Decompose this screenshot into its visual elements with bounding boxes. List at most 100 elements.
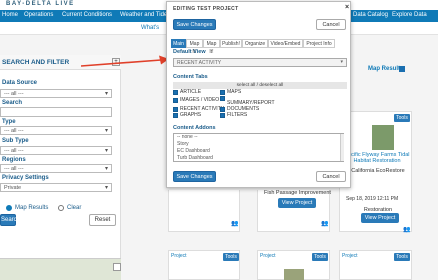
reset-button[interactable]: Reset xyxy=(89,214,116,226)
tab-video-embed[interactable]: Video/Embed xyxy=(268,39,303,48)
chevron-down-icon: ▾ xyxy=(104,166,108,172)
content-addons-listbox[interactable]: -- none -- Story EC Dashboard Turb Dashb… xyxy=(173,133,344,162)
radio-dot-icon xyxy=(6,205,12,211)
close-icon[interactable]: × xyxy=(345,4,349,11)
checkbox-checked-icon xyxy=(220,107,225,112)
nav-data-catalog[interactable]: Data Catalog xyxy=(353,12,388,18)
tools-button[interactable]: Tools xyxy=(394,253,410,261)
subtype-label: Sub Type xyxy=(2,138,29,144)
nav-operations[interactable]: Operations xyxy=(24,12,53,18)
default-view-select[interactable]: RECENT ACTIVITY ▾ xyxy=(173,58,347,67)
tab-map-it-2[interactable]: Map It! xyxy=(203,39,220,55)
data-source-select[interactable]: --- all --- ▾ xyxy=(0,89,112,98)
search-button[interactable]: Search xyxy=(0,214,20,226)
chevron-down-icon: ▾ xyxy=(104,128,108,134)
tools-button[interactable]: Tools xyxy=(312,253,328,261)
checkbox-filters[interactable]: FILTERS xyxy=(220,112,247,119)
tab-organize[interactable]: Organize xyxy=(242,39,268,48)
radio-dot-icon xyxy=(58,205,64,211)
checkbox-checked-icon xyxy=(173,98,178,103)
map-expand-icon[interactable] xyxy=(113,263,121,271)
content-tabs-label: Content Tabs xyxy=(173,74,208,80)
addon-option[interactable]: Story xyxy=(174,141,343,148)
project-thumbnail xyxy=(372,125,394,150)
nav-home[interactable]: Home xyxy=(2,12,18,18)
addon-option[interactable]: -- none -- xyxy=(174,134,343,141)
search-label: Search xyxy=(2,100,23,106)
search-input[interactable] xyxy=(0,107,112,117)
radio-clear[interactable]: Clear xyxy=(58,205,81,211)
view-project-button[interactable]: View Project xyxy=(361,213,399,223)
people-icon: 👥 xyxy=(321,221,329,227)
type-select[interactable]: --- all --- ▾ xyxy=(0,126,112,135)
cancel-button-top[interactable]: Cancel xyxy=(316,19,346,30)
project-title-link[interactable]: Pacific Flyway Farms Tidal Habitat Resto… xyxy=(342,152,412,164)
tab-map-it-1[interactable]: Map It! xyxy=(186,39,203,55)
subnav-whats[interactable]: What's xyxy=(141,25,159,31)
data-source-label: Data Source xyxy=(2,80,38,86)
project-org: California EcoRestore xyxy=(351,168,405,174)
map-results-checkbox[interactable] xyxy=(399,66,405,72)
project-thumbnail xyxy=(284,269,304,280)
modal-title: EDITING TEST PROJECT xyxy=(173,6,239,12)
project-card: Project Tools xyxy=(257,250,330,280)
view-project-button[interactable]: View Project xyxy=(278,198,316,208)
site-logo[interactable]: BAY-DELTA LIVE xyxy=(6,1,75,7)
tools-button[interactable]: Tools xyxy=(223,253,239,261)
select-all-toggle[interactable]: select all / deselect all xyxy=(173,82,347,89)
checkbox-checked-icon xyxy=(220,113,225,118)
listbox-scrollbar[interactable] xyxy=(340,134,344,161)
subtype-select[interactable]: --- all --- ▾ xyxy=(0,146,112,155)
cancel-button-bottom[interactable]: Cancel xyxy=(316,171,346,182)
radio-map-results[interactable]: Map Results xyxy=(6,205,48,211)
default-view-label: Default View xyxy=(173,49,206,55)
nav-weather-tide[interactable]: Weather and Tide xyxy=(120,12,167,18)
checkbox-checked-icon xyxy=(173,113,178,118)
content-addons-label: Content Addons xyxy=(173,125,216,131)
people-icon: 👥 xyxy=(403,227,411,233)
save-changes-button-top[interactable]: Save Changes xyxy=(173,19,216,30)
tab-main[interactable]: Main xyxy=(171,39,186,48)
card-title: Fish Passage Improvement xyxy=(264,190,331,196)
checkbox-images-video[interactable]: IMAGES / VIDEO xyxy=(173,97,219,104)
project-card: Project Tools xyxy=(168,250,240,280)
checkbox-article[interactable]: ARTICLE xyxy=(173,89,201,96)
project-card: 👥 xyxy=(168,190,240,232)
annotation-arrow-icon xyxy=(81,55,169,67)
tab-publish[interactable]: Publish! xyxy=(220,39,242,48)
save-changes-button-bottom[interactable]: Save Changes xyxy=(173,171,216,182)
people-icon: 👥 xyxy=(231,221,239,227)
edit-project-modal: EDITING TEST PROJECT × Save Changes Canc… xyxy=(166,1,351,188)
chevron-down-icon: ▾ xyxy=(104,91,108,97)
checkbox-checked-icon xyxy=(220,96,225,101)
card-project-label: Project xyxy=(342,253,358,259)
checkbox-summary-report[interactable]: SUMMARY/REPORT xyxy=(220,96,280,107)
project-card: Fish Passage Improvement View Project 👥 xyxy=(257,190,331,232)
regions-label: Regions xyxy=(2,157,26,163)
type-label: Type xyxy=(2,119,16,125)
project-card: Project Tools xyxy=(339,250,412,280)
filter-title: SEARCH AND FILTER xyxy=(2,59,70,66)
checkbox-graphs[interactable]: GRAPHS xyxy=(173,112,201,119)
checkbox-checked-icon xyxy=(173,90,178,95)
tab-project-info[interactable]: Project Info xyxy=(303,39,335,48)
search-filter-panel: SEARCH AND FILTER + Data Source --- all … xyxy=(0,55,121,280)
checkbox-checked-icon xyxy=(220,90,225,95)
privacy-label: Privacy Settings xyxy=(2,175,49,181)
privacy-select[interactable]: Private ▾ xyxy=(0,183,112,192)
chevron-down-icon: ▾ xyxy=(104,148,108,154)
mini-map[interactable] xyxy=(0,258,121,280)
nav-current-conditions[interactable]: Current Conditions xyxy=(62,12,112,18)
modal-tabs: Main Map It! Map It! Publish! Organize V… xyxy=(171,39,347,55)
checkbox-checked-icon xyxy=(173,107,178,112)
card-project-label: Project xyxy=(260,253,276,259)
project-date: Sep 18, 2019 12:11 PM xyxy=(346,196,399,202)
addon-option[interactable]: EC Dashboard xyxy=(174,148,343,155)
chevron-down-icon: ▾ xyxy=(340,59,343,65)
card-project-label: Project xyxy=(171,253,187,259)
addon-option[interactable]: Turb Dashboard xyxy=(174,155,343,162)
tools-button[interactable]: Tools xyxy=(394,114,410,122)
nav-explore-data[interactable]: Explore Data xyxy=(392,12,427,18)
checkbox-maps[interactable]: MAPS xyxy=(220,89,241,96)
regions-select[interactable]: --- all --- ▾ xyxy=(0,164,112,173)
